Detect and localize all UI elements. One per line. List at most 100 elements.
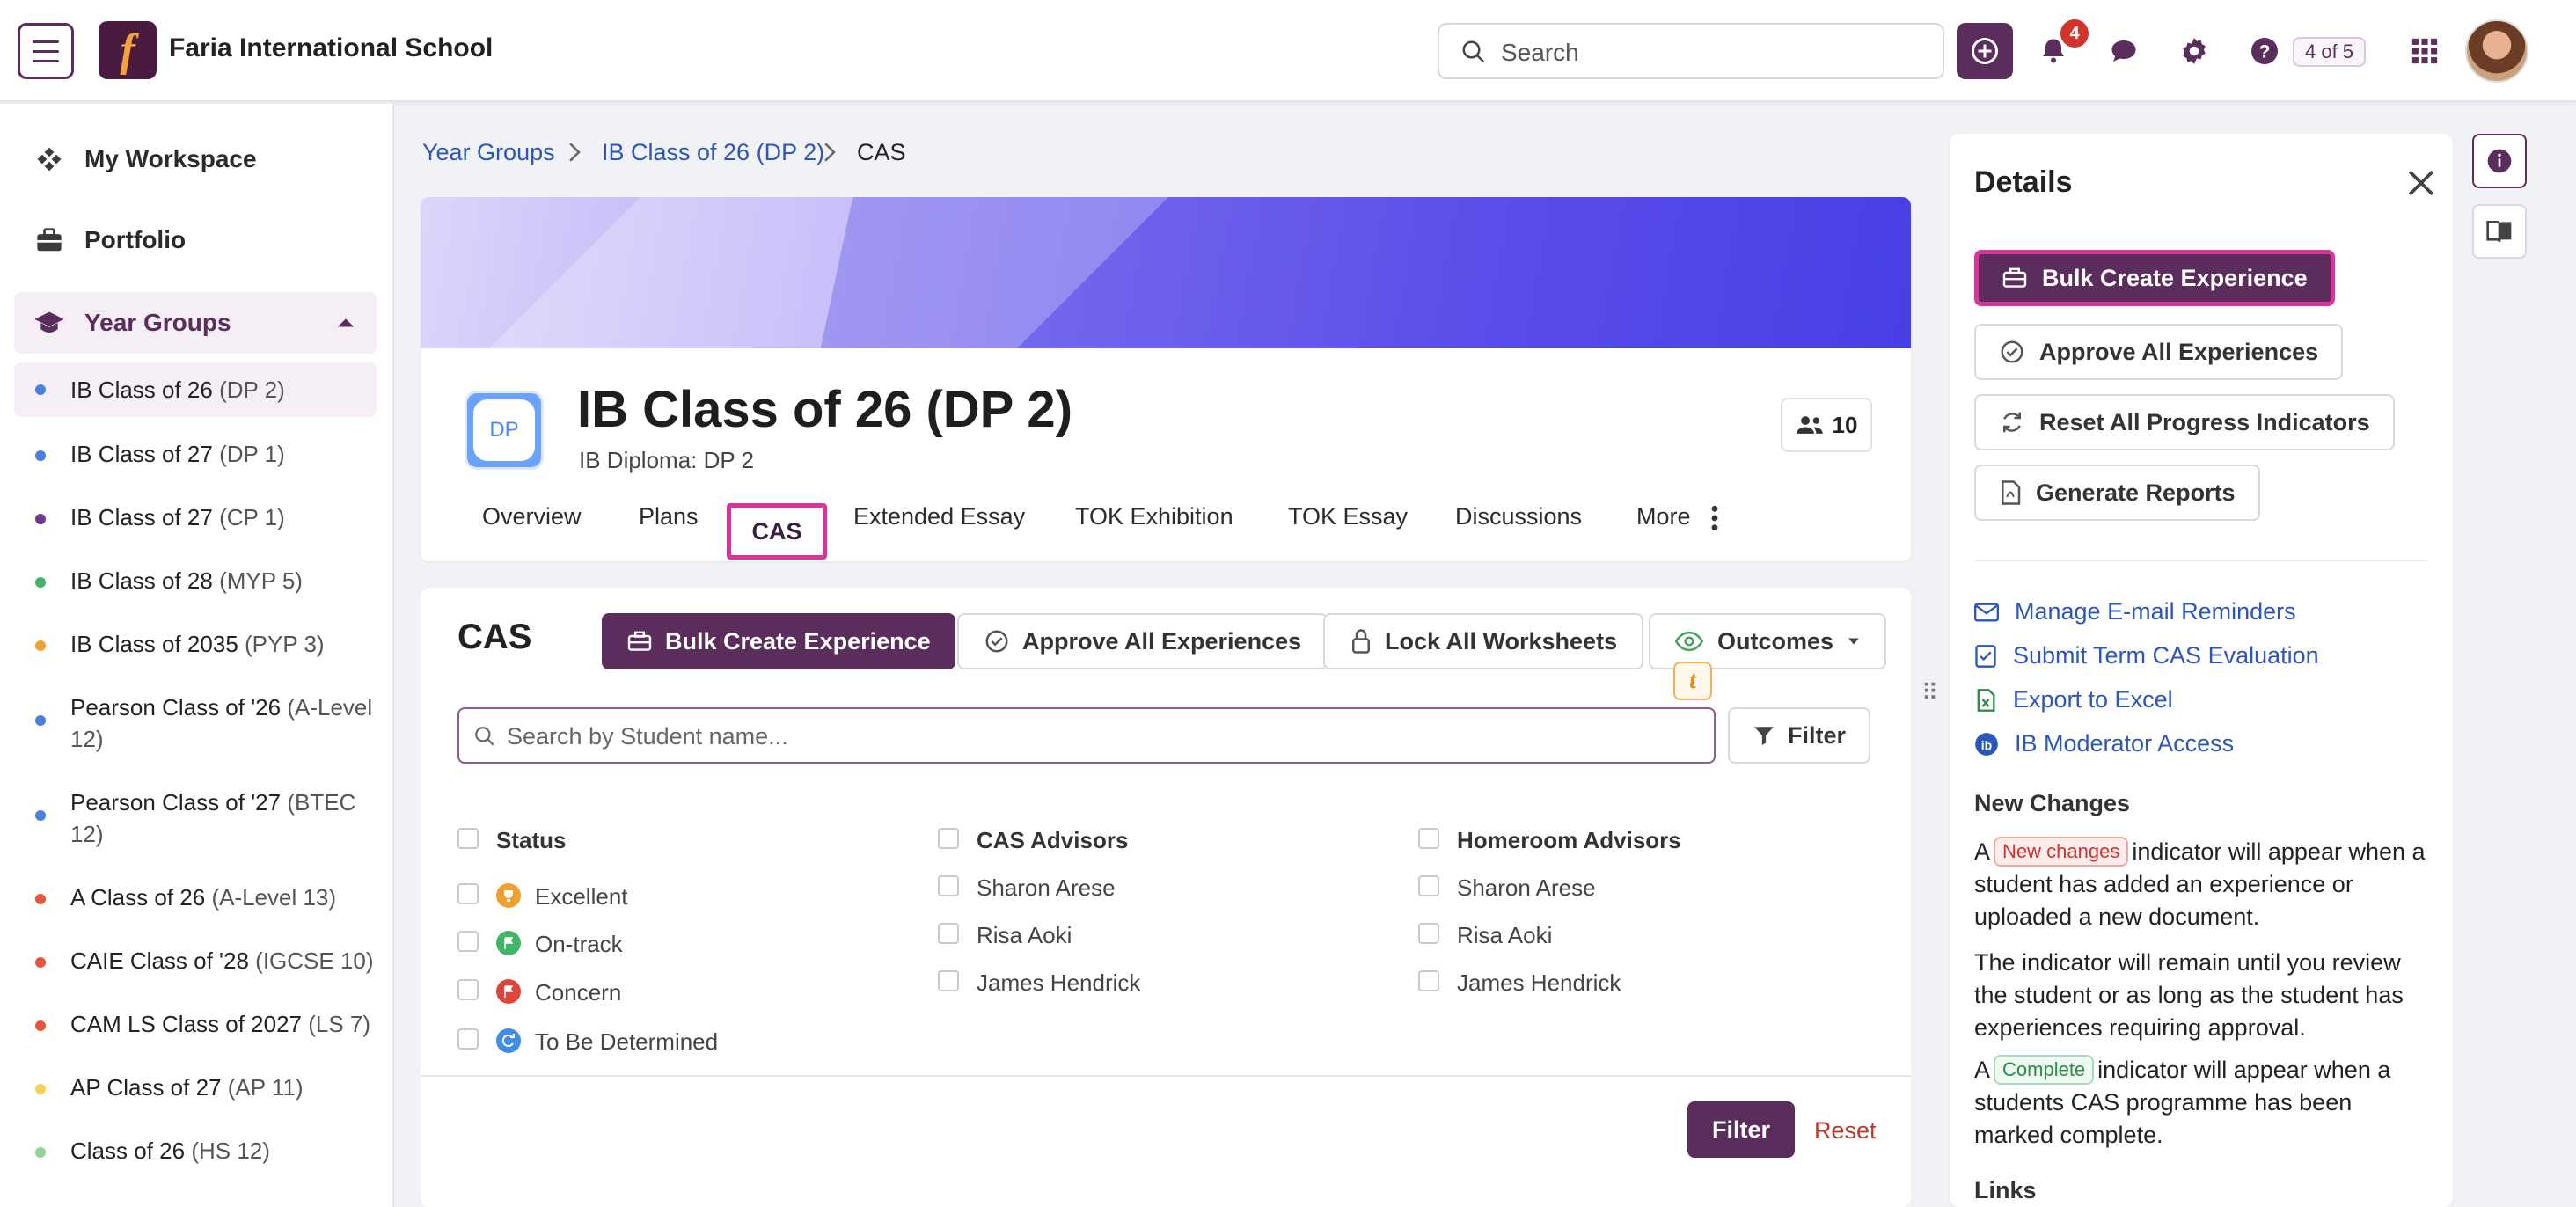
tab-tok-essay[interactable]: TOK Essay	[1288, 503, 1408, 530]
apply-filter-button[interactable]: Filter	[1687, 1101, 1795, 1158]
ib-moderator-access-link[interactable]: ib IB Moderator Access	[1974, 730, 2234, 757]
envelope-icon	[1974, 603, 1999, 621]
search-placeholder: Search by Student name...	[507, 723, 788, 750]
excel-file-icon	[1977, 688, 1995, 712]
cas-advisor-checkbox[interactable]	[938, 923, 959, 944]
cas-advisors-select-all-checkbox[interactable]	[938, 828, 959, 849]
workspace-icon	[32, 145, 67, 173]
status-tbd-checkbox[interactable]	[457, 1028, 479, 1050]
status-select-all-checkbox[interactable]	[457, 828, 479, 849]
grid-icon	[2411, 38, 2438, 64]
search-icon	[1462, 40, 1485, 63]
lock-all-worksheets-button[interactable]: Lock All Worksheets	[1323, 613, 1644, 669]
guide-panel-toggle[interactable]	[2472, 204, 2527, 259]
breadcrumb-current: CAS	[857, 139, 906, 165]
eye-icon	[1675, 631, 1703, 652]
status-tbd-label: To Be Determined	[535, 1028, 719, 1055]
school-logo[interactable]: f	[99, 21, 157, 79]
drag-handle-icon[interactable]: ⠿	[1921, 681, 1939, 714]
tab-plans[interactable]: Plans	[639, 503, 699, 530]
tab-tok-exhibition[interactable]: TOK Exhibition	[1075, 503, 1233, 530]
messages-button[interactable]	[2104, 32, 2143, 70]
create-button[interactable]	[1957, 23, 2013, 79]
class-banner	[421, 197, 1911, 348]
tab-more[interactable]: More	[1636, 503, 1691, 530]
trophy-icon	[496, 883, 521, 908]
search-label: Search	[1501, 39, 1579, 66]
class-item-ib-2035-pyp3[interactable]: IB Class of 2035 (PYP 3)	[14, 628, 377, 660]
more-vertical-icon[interactable]	[1710, 505, 1719, 531]
complete-pill: Complete	[1994, 1055, 2095, 1085]
class-item-ib-27-cp1[interactable]: IB Class of 27 (CP 1)	[14, 501, 377, 533]
divider	[1974, 560, 2428, 561]
cas-advisor-name: Sharon Arese	[977, 874, 1116, 901]
details-approve-all-button[interactable]: Approve All Experiences	[1974, 324, 2344, 380]
class-item-ap-27[interactable]: AP Class of 27 (AP 11)	[14, 1072, 377, 1103]
tab-extended-essay[interactable]: Extended Essay	[853, 503, 1025, 530]
class-name: IB Class of 2035	[70, 631, 238, 657]
page-count-indicator[interactable]: 4 of 5	[2293, 37, 2367, 67]
page-subtitle: IB Diploma: DP 2	[579, 447, 754, 473]
details-bulk-create-button[interactable]: Bulk Create Experience	[1974, 250, 2335, 306]
breadcrumb-class[interactable]: IB Class of 26 (DP 2)	[602, 139, 824, 166]
button-label: Filter	[1788, 721, 1847, 749]
approve-all-experiences-button[interactable]: Approve All Experiences	[957, 613, 1328, 669]
details-reset-progress-button[interactable]: Reset All Progress Indicators	[1974, 394, 2395, 450]
chevron-right-icon	[569, 143, 581, 162]
chevron-up-icon[interactable]	[336, 315, 355, 329]
class-item-ib-28-myp5[interactable]: IB Class of 28 (MYP 5)	[14, 565, 377, 596]
filter-button[interactable]: Filter	[1728, 707, 1871, 764]
book-icon	[2486, 221, 2512, 243]
class-item-ib-26-dp2[interactable]: IB Class of 26 (DP 2)	[14, 362, 377, 417]
tab-cas[interactable]: CAS	[727, 503, 827, 560]
class-item-pearson-27[interactable]: Pearson Class of '27 (BTEC 12)	[14, 786, 377, 850]
cas-advisor-checkbox[interactable]	[938, 875, 959, 896]
homeroom-advisor-checkbox[interactable]	[1418, 923, 1439, 944]
homeroom-advisor-checkbox[interactable]	[1418, 875, 1439, 896]
plus-circle-icon	[1972, 38, 1998, 64]
homeroom-advisor-checkbox[interactable]	[1418, 970, 1439, 991]
sidebar-item-my-workspace[interactable]: My Workspace	[14, 128, 377, 190]
reset-filter-link[interactable]: Reset	[1814, 1117, 1877, 1145]
class-item-cam-ls-2027[interactable]: CAM LS Class of 2027 (LS 7)	[14, 1008, 377, 1040]
global-search-input[interactable]: Search	[1438, 23, 1944, 79]
class-item-ib-27-dp1[interactable]: IB Class of 27 (DP 1)	[14, 438, 377, 470]
tab-overview[interactable]: Overview	[482, 503, 582, 530]
status-excellent-checkbox[interactable]	[457, 883, 479, 904]
link-label: Export to Excel	[2013, 686, 2173, 713]
details-generate-reports-button[interactable]: Generate Reports	[1974, 465, 2260, 521]
class-item-pearson-26[interactable]: Pearson Class of '26 (A-Level 12)	[14, 691, 377, 755]
status-on-track-checkbox[interactable]	[457, 931, 479, 952]
close-icon[interactable]	[2402, 164, 2441, 202]
member-count-button[interactable]: 10	[1781, 398, 1872, 452]
class-color-dot	[35, 1084, 46, 1094]
class-item-class-26-hs12[interactable]: Class of 26 (HS 12)	[14, 1135, 377, 1167]
hamburger-menu-button[interactable]	[18, 23, 74, 79]
school-name[interactable]: Faria International School	[169, 33, 493, 63]
class-sub: (IGCSE 10)	[255, 947, 374, 974]
apps-grid-button[interactable]	[2405, 32, 2444, 70]
settings-button[interactable]	[2175, 32, 2214, 70]
button-label: Lock All Worksheets	[1385, 627, 1618, 655]
help-button[interactable]: ?	[2245, 32, 2284, 70]
class-name: Pearson Class of '26	[70, 694, 282, 721]
breadcrumb-year-groups[interactable]: Year Groups	[422, 139, 555, 166]
floating-helper-icon[interactable]: t	[1673, 662, 1712, 700]
sidebar-item-year-groups[interactable]: Year Groups	[14, 292, 377, 354]
sidebar-item-portfolio[interactable]: Portfolio	[14, 209, 377, 271]
homeroom-select-all-checkbox[interactable]	[1418, 828, 1439, 849]
sidebar-item-label: My Workspace	[84, 145, 257, 172]
cas-advisor-checkbox[interactable]	[938, 970, 959, 991]
class-item-caie-28[interactable]: CAIE Class of '28 (IGCSE 10)	[14, 945, 377, 977]
info-panel-toggle[interactable]	[2472, 134, 2527, 188]
status-concern-checkbox[interactable]	[457, 979, 479, 1000]
tab-discussions[interactable]: Discussions	[1455, 503, 1582, 530]
user-avatar[interactable]	[2465, 19, 2528, 83]
class-item-a-class-26[interactable]: A Class of 26 (A-Level 13)	[14, 881, 377, 913]
submit-term-cas-evaluation-link[interactable]: Submit Term CAS Evaluation	[1974, 642, 2319, 669]
student-search-input[interactable]: Search by Student name...	[457, 707, 1716, 764]
manage-email-reminders-link[interactable]: Manage E-mail Reminders	[1974, 598, 2296, 625]
lock-icon	[1352, 629, 1370, 654]
export-to-excel-link[interactable]: Export to Excel	[1974, 686, 2173, 713]
bulk-create-experience-button[interactable]: Bulk Create Experience	[602, 613, 955, 669]
